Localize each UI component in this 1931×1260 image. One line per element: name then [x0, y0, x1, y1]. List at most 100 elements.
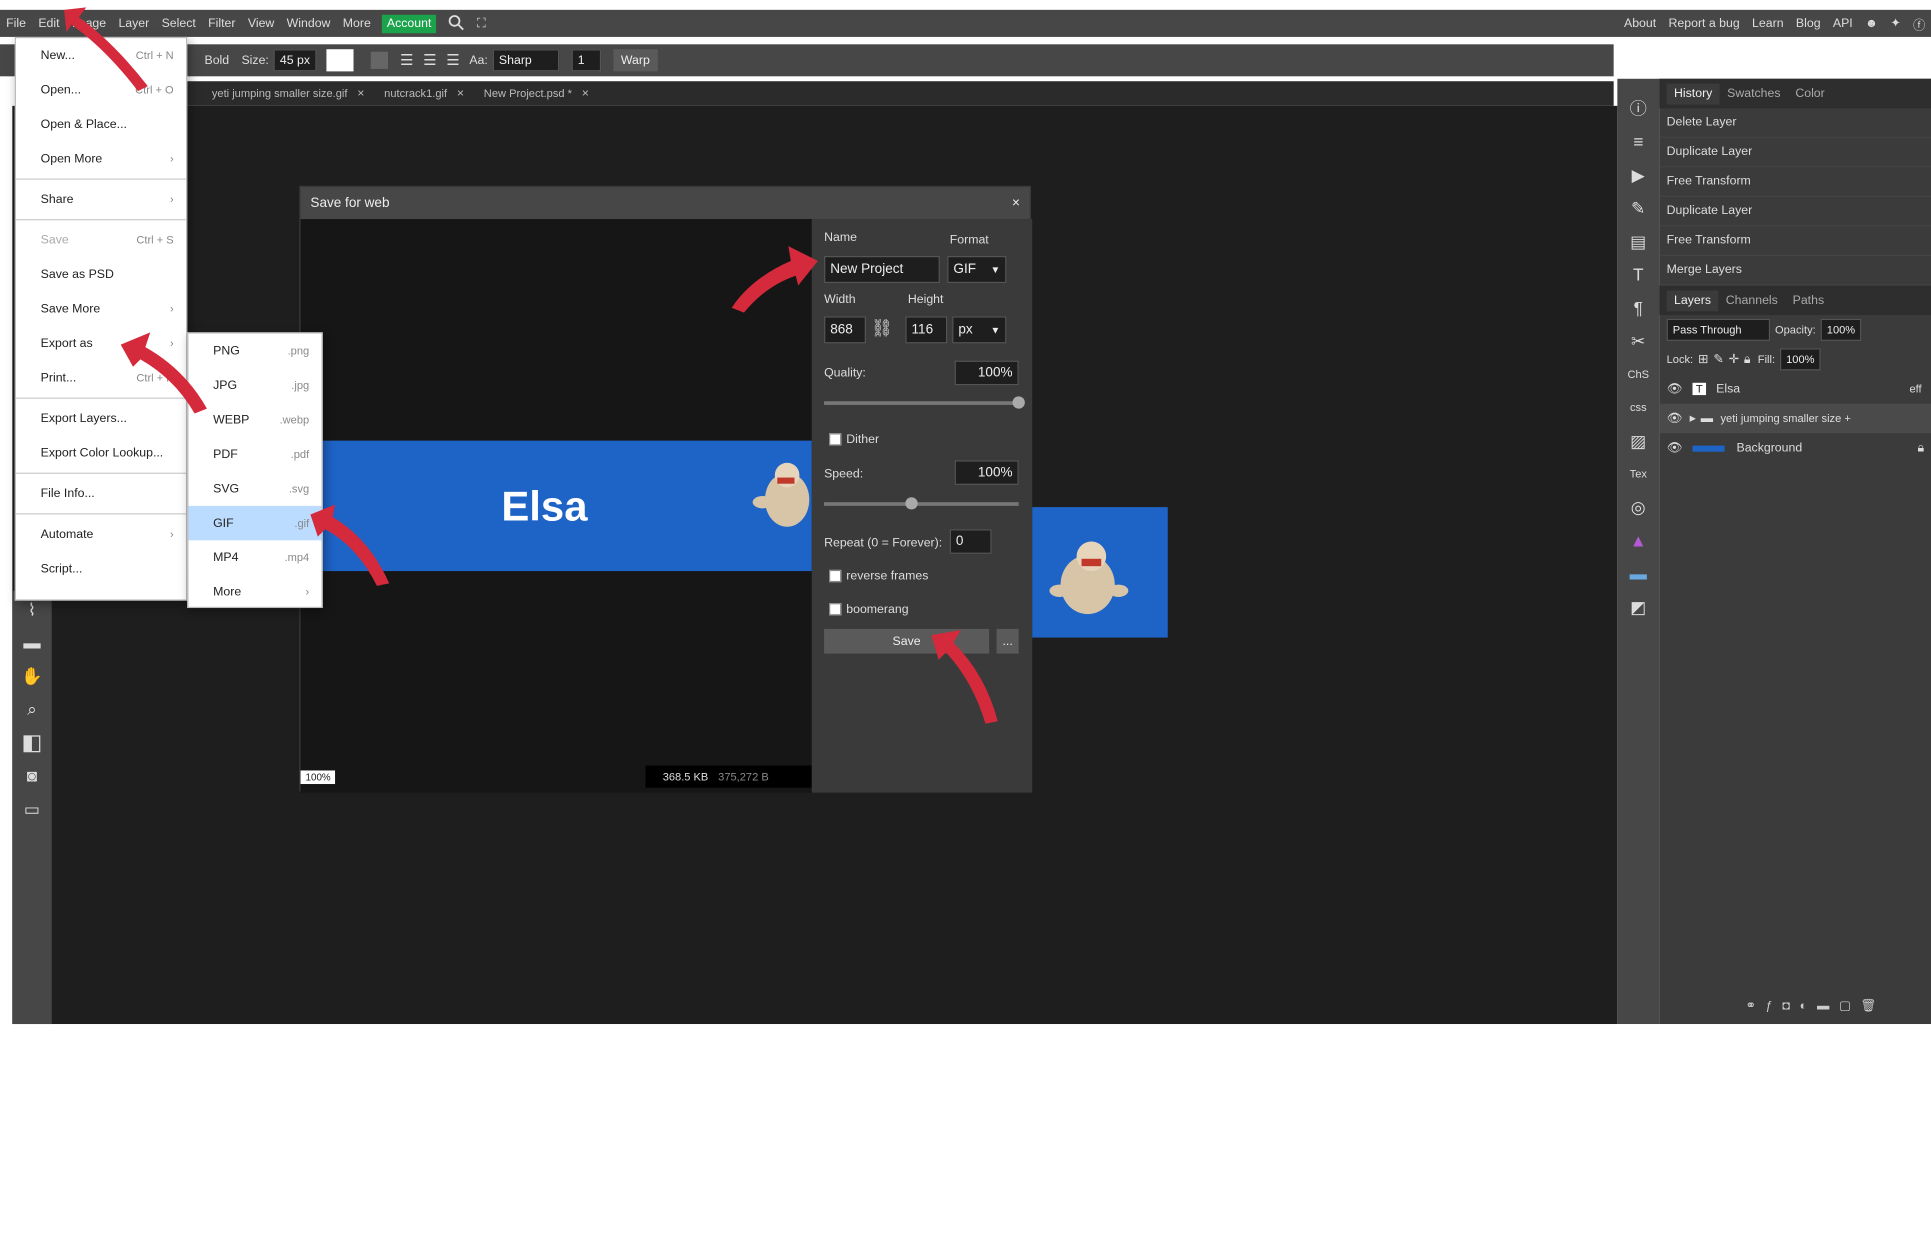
menu-item-open-more[interactable]: Open More ›: [16, 142, 186, 176]
mask-icon[interactable]: ◘: [1782, 999, 1789, 1013]
tab-color[interactable]: Color: [1788, 83, 1832, 104]
align-left-icon[interactable]: ☰: [400, 52, 413, 69]
tab-nutcrack[interactable]: nutcrack1.gif: [364, 87, 456, 99]
tab-new-project[interactable]: New Project.psd *: [464, 87, 582, 99]
opacity-input[interactable]: 100%: [1820, 318, 1862, 341]
lock-move-icon[interactable]: ✛: [1729, 353, 1739, 367]
align-center-icon[interactable]: ☰: [423, 52, 436, 69]
history-item[interactable]: Delete Layer: [1659, 108, 1931, 138]
close-icon[interactable]: ×: [582, 87, 589, 101]
tab-history[interactable]: History: [1666, 83, 1720, 105]
link-report-bug[interactable]: Report a bug: [1662, 17, 1746, 31]
tab-channels[interactable]: Channels: [1718, 290, 1785, 311]
menu-item-file-info[interactable]: File Info...: [16, 476, 186, 510]
close-icon[interactable]: ×: [457, 87, 464, 101]
menu-layer[interactable]: Layer: [112, 17, 155, 31]
adjustment-icon[interactable]: ◐: [1800, 999, 1807, 1013]
menu-item-automate[interactable]: Automate ›: [16, 517, 186, 551]
menu-item-open-place[interactable]: Open & Place...: [16, 107, 186, 141]
font-weight-select[interactable]: Bold: [197, 54, 236, 68]
new-folder-icon[interactable]: ▬: [1817, 999, 1829, 1013]
fill-input[interactable]: 100%: [1779, 348, 1821, 371]
export-mp4[interactable]: MP4 .mp4: [188, 540, 321, 574]
name-input[interactable]: New Project: [824, 256, 940, 284]
quality-slider[interactable]: [824, 396, 1025, 409]
export-jpg[interactable]: JPG .jpg: [188, 368, 321, 402]
history-item[interactable]: Merge Layers: [1659, 256, 1931, 286]
link-api[interactable]: API: [1827, 17, 1859, 31]
layer-name[interactable]: yeti jumping smaller size +: [1720, 412, 1850, 424]
trash-icon[interactable]: 🗑︎: [1861, 999, 1877, 1013]
menu-item-print[interactable]: Print... Ctrl + P: [16, 361, 186, 395]
link-about[interactable]: About: [1618, 17, 1663, 31]
spacing-select[interactable]: 1: [571, 49, 602, 72]
menu-edit[interactable]: Edit: [32, 17, 66, 31]
speed-input[interactable]: 100%: [954, 460, 1019, 485]
menu-item-save-more[interactable]: Save More ›: [16, 292, 186, 326]
eye-icon[interactable]: 👁︎: [1667, 412, 1683, 426]
unit-select[interactable]: px ▼: [952, 316, 1007, 344]
text-color-swatch[interactable]: [326, 49, 354, 72]
tab-layers[interactable]: Layers: [1666, 289, 1719, 311]
layer-name[interactable]: Elsa: [1716, 382, 1740, 396]
text-icon[interactable]: Tex: [1624, 459, 1654, 489]
brush-icon[interactable]: ✎: [1624, 193, 1654, 223]
tab-swatches[interactable]: Swatches: [1720, 83, 1788, 104]
dither-checkbox[interactable]: [829, 433, 842, 446]
reverse-checkbox[interactable]: [829, 570, 842, 583]
menu-select[interactable]: Select: [155, 17, 202, 31]
speed-slider[interactable]: [824, 497, 1019, 510]
expand-icon[interactable]: ▸: [1690, 412, 1696, 426]
zoom-tool-icon[interactable]: ⌕: [17, 694, 47, 724]
history-item[interactable]: Free Transform: [1659, 167, 1931, 197]
color-swatches-icon[interactable]: ◧: [17, 727, 47, 757]
history-item[interactable]: Duplicate Layer: [1659, 197, 1931, 227]
character-styles-icon[interactable]: ChS: [1624, 359, 1654, 389]
more-options-button[interactable]: ...: [996, 628, 1019, 654]
save-button[interactable]: Save: [824, 628, 990, 654]
link-learn[interactable]: Learn: [1746, 17, 1790, 31]
menu-item-open[interactable]: Open... Ctrl + O: [16, 73, 186, 107]
search-icon[interactable]: [441, 13, 471, 34]
text-options-button[interactable]: [370, 51, 388, 69]
quality-input[interactable]: 100%: [954, 360, 1019, 386]
menu-item-script[interactable]: Script...: [16, 551, 186, 585]
globe-icon[interactable]: ◎: [1624, 492, 1654, 522]
account-button[interactable]: Account: [381, 14, 437, 33]
layer-row[interactable]: 👁︎ T Elsa eff: [1659, 374, 1931, 404]
menu-item-export-layers[interactable]: Export Layers...: [16, 401, 186, 435]
gradient-icon[interactable]: ▬: [1624, 559, 1654, 589]
menu-item-new[interactable]: New... Ctrl + N: [16, 38, 186, 72]
history-item[interactable]: Duplicate Layer: [1659, 138, 1931, 168]
menu-item-export-as[interactable]: Export as ›: [16, 326, 186, 360]
tab-yeti[interactable]: yeti jumping smaller size.gif: [185, 87, 358, 99]
format-select[interactable]: GIF ▼: [947, 256, 1007, 284]
menu-window[interactable]: Window: [280, 17, 336, 31]
facebook-icon[interactable]: ⓕ: [1907, 14, 1931, 33]
link-blog[interactable]: Blog: [1790, 17, 1827, 31]
image-icon[interactable]: ▨: [1624, 426, 1654, 456]
close-icon[interactable]: ×: [357, 87, 364, 101]
export-png[interactable]: PNG .png: [188, 334, 321, 368]
speed-slider-handle[interactable]: [905, 497, 918, 510]
css-icon[interactable]: css: [1624, 393, 1654, 423]
warp-button[interactable]: Warp: [613, 49, 658, 72]
lock-transparency-icon[interactable]: ⊞: [1698, 353, 1708, 367]
reddit-icon[interactable]: ☻: [1859, 17, 1884, 31]
export-pdf[interactable]: PDF .pdf: [188, 437, 321, 471]
menu-item-save-psd[interactable]: Save as PSD: [16, 257, 186, 291]
export-gif[interactable]: GIF .gif: [188, 505, 322, 541]
layer-row[interactable]: 👁︎ ▸ ▬ yeti jumping smaller size +: [1659, 403, 1931, 434]
menu-item-export-color-lookup[interactable]: Export Color Lookup...: [16, 436, 186, 470]
menu-filter[interactable]: Filter: [202, 17, 242, 31]
font-size-input[interactable]: 45 px: [273, 49, 317, 72]
layer-row[interactable]: 👁︎ Background 🔒︎: [1659, 433, 1931, 463]
document-icon[interactable]: ▤: [1624, 226, 1654, 256]
properties-icon[interactable]: ≡: [1624, 127, 1654, 157]
boomerang-row[interactable]: boomerang: [829, 603, 909, 617]
twitter-icon[interactable]: ✦: [1884, 17, 1907, 31]
blend-mode-select[interactable]: Pass Through: [1666, 318, 1771, 341]
menu-image[interactable]: Image: [66, 17, 113, 31]
hand-tool-icon[interactable]: ✋: [17, 661, 47, 691]
menu-view[interactable]: View: [242, 17, 281, 31]
